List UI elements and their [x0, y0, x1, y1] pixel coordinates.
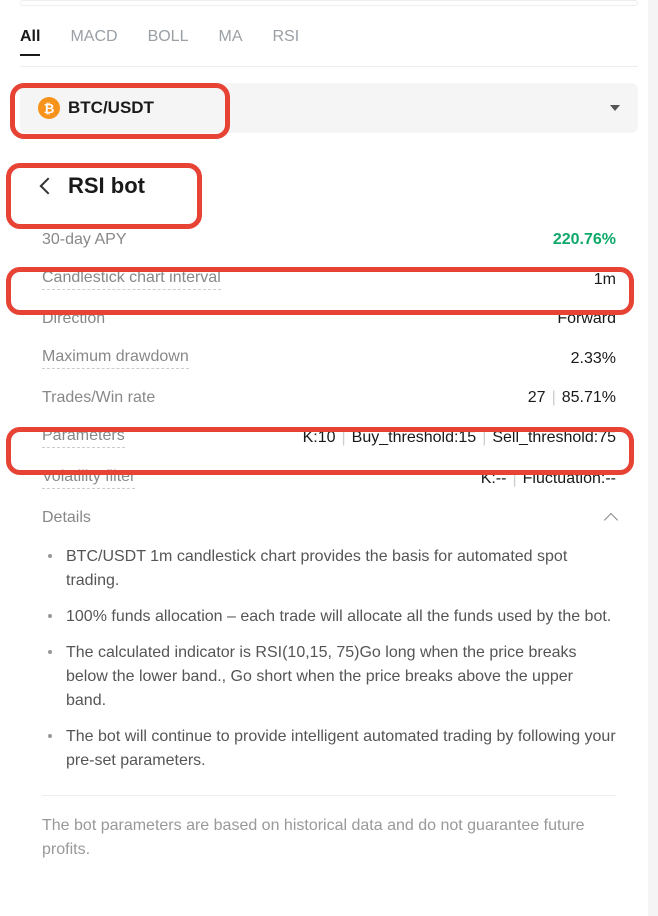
disclaimer-text: The bot parameters are based on historic…: [20, 814, 638, 882]
chevron-up-icon: [604, 513, 618, 527]
direction-label: Direction: [42, 310, 105, 328]
detail-item: The bot will continue to provide intelli…: [56, 719, 616, 779]
separator: |: [552, 389, 556, 406]
caret-down-icon: [610, 105, 620, 111]
stat-row-params: Parameters K:10 | Buy_threshold:15 | Sell_th…: [42, 417, 616, 458]
separator: |: [342, 429, 346, 446]
volfilter-k: K:--: [481, 470, 507, 487]
details-label: Details: [42, 509, 91, 527]
interval-value: 1m: [594, 271, 616, 289]
separator: |: [512, 470, 516, 487]
bot-title: RSI bot: [68, 173, 145, 199]
apy-value: 220.76%: [553, 231, 616, 249]
trades-label: Trades/Win rate: [42, 389, 155, 407]
pair-dropdown-content: ₿ BTC/USDT: [38, 97, 154, 119]
volfilter-value: K:-- | Fluctuation:--: [481, 470, 616, 488]
back-chevron-icon[interactable]: [40, 178, 57, 195]
volfilter-fluct: Fluctuation:--: [523, 470, 616, 487]
btc-icon: ₿: [38, 97, 60, 119]
tab-rsi[interactable]: RSI: [272, 28, 299, 56]
separator: |: [482, 429, 486, 446]
params-label: Parameters: [42, 427, 125, 448]
pair-dropdown[interactable]: ₿ BTC/USDT: [20, 83, 638, 133]
details-list: BTC/USDT 1m candlestick chart provides t…: [42, 533, 616, 796]
stat-row-volfilter: Volatility filter K:-- | Fluctuation:--: [42, 458, 616, 499]
trades-winrate: 85.71%: [562, 389, 616, 406]
trades-count: 27: [528, 389, 546, 406]
bot-header: RSI bot: [20, 157, 638, 221]
stat-row-interval: Candlestick chart interval 1m: [42, 259, 616, 300]
pair-text: BTC/USDT: [68, 98, 154, 118]
stats-section: 30-day APY 220.76% Candlestick chart int…: [20, 221, 638, 796]
stat-row-drawdown: Maximum drawdown 2.33%: [42, 338, 616, 379]
details-toggle[interactable]: Details: [42, 499, 616, 533]
detail-item: BTC/USDT 1m candlestick chart provides t…: [56, 539, 616, 599]
stat-row-apy: 30-day APY 220.76%: [42, 221, 616, 259]
interval-label: Candlestick chart interval: [42, 269, 221, 290]
tab-macd[interactable]: MACD: [70, 28, 117, 56]
params-buy: Buy_threshold:15: [352, 429, 477, 446]
tab-boll[interactable]: BOLL: [148, 28, 189, 56]
stat-row-trades: Trades/Win rate 27 | 85.71%: [42, 379, 616, 417]
direction-value: Forward: [557, 310, 616, 328]
drawdown-label: Maximum drawdown: [42, 348, 189, 369]
detail-item: The calculated indicator is RSI(10,15, 7…: [56, 635, 616, 719]
volfilter-label: Volatility filter: [42, 468, 135, 489]
trades-value: 27 | 85.71%: [528, 389, 616, 407]
params-k: K:10: [303, 429, 336, 446]
drawdown-value: 2.33%: [571, 350, 616, 368]
tab-ma[interactable]: MA: [218, 28, 242, 56]
apy-label: 30-day APY: [42, 231, 127, 249]
params-value: K:10 | Buy_threshold:15 | Sell_threshold:75: [303, 429, 616, 447]
detail-item: 100% funds allocation – each trade will …: [56, 599, 616, 635]
params-sell: Sell_threshold:75: [492, 429, 616, 446]
tab-all[interactable]: All: [20, 28, 40, 56]
top-box-remnant: [20, 0, 638, 6]
stat-row-direction: Direction Forward: [42, 300, 616, 338]
right-gutter: [648, 0, 658, 916]
indicator-tabs: All MACD BOLL MA RSI: [20, 14, 638, 67]
